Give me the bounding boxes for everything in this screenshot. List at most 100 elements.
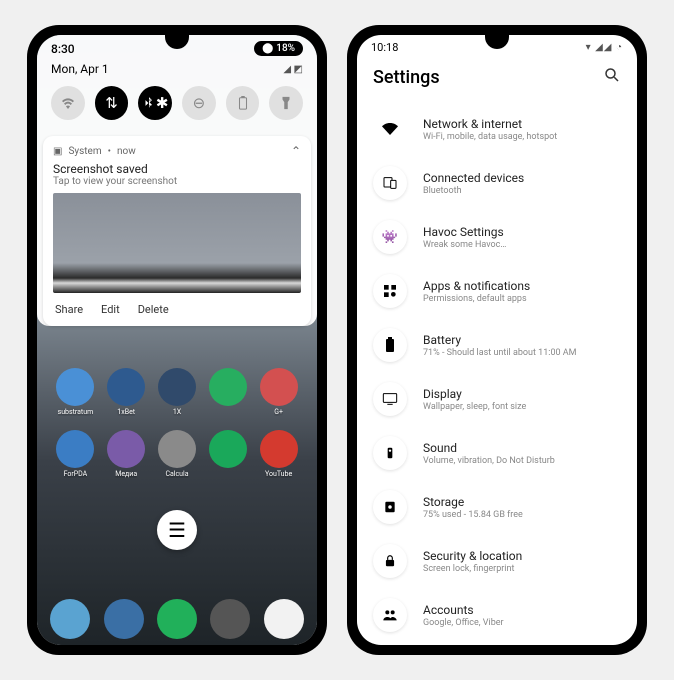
- battery-icon: [373, 328, 407, 362]
- security-icon: [373, 544, 407, 578]
- qs-battery-saver[interactable]: [226, 86, 260, 120]
- app-icon[interactable]: YouTube: [256, 430, 301, 478]
- notification-app: System: [68, 146, 101, 157]
- chevron-up-icon[interactable]: ⌃: [291, 144, 301, 158]
- screenshot-thumbnail[interactable]: [53, 193, 301, 293]
- setting-label: Apps & notifications: [423, 279, 621, 293]
- app-circle: [158, 368, 196, 406]
- app-icon[interactable]: 1X: [155, 368, 200, 416]
- notification-subtitle: Tap to view your screenshot: [43, 176, 311, 193]
- apps-icon: [373, 274, 407, 308]
- action-delete[interactable]: Delete: [138, 303, 169, 316]
- storage-icon: [373, 490, 407, 524]
- setting-label: Havoc Settings: [423, 225, 621, 239]
- setting-item-security[interactable]: Security & locationScreen lock, fingerpr…: [373, 534, 621, 588]
- app-circle: [56, 430, 94, 468]
- app-circle: [158, 430, 196, 468]
- app-icon[interactable]: Calcula: [155, 430, 200, 478]
- app-icon[interactable]: [205, 430, 250, 478]
- qs-mobile-data[interactable]: ⇅: [95, 86, 129, 120]
- dock-app[interactable]: [157, 599, 197, 639]
- app-label: substratum: [58, 408, 94, 416]
- app-grid: substratum 1xBet 1X G+ ForPDA Медиа Calcula You…: [37, 332, 317, 488]
- qs-bluetooth[interactable]: ✱: [138, 86, 172, 120]
- qs-dnd[interactable]: ⊖: [182, 86, 216, 120]
- status-time: 10:18: [371, 41, 398, 54]
- setting-subtitle: Screen lock, fingerprint: [423, 564, 621, 574]
- setting-item-havoc[interactable]: 👾 Havoc SettingsWreak some Havoc…: [373, 210, 621, 264]
- app-circle: [260, 368, 298, 406]
- havoc-icon: 👾: [373, 220, 407, 254]
- date-row: Mon, Apr 1 ◢ ◩: [37, 58, 317, 82]
- search-icon[interactable]: [603, 66, 621, 88]
- setting-label: Connected devices: [423, 171, 621, 185]
- notification-header: ▣ System • now ⌃: [43, 136, 311, 160]
- setting-subtitle: 75% used - 15.84 GB free: [423, 510, 621, 520]
- setting-item-sound[interactable]: SoundVolume, vibration, Do Not Disturb: [373, 426, 621, 480]
- setting-item-devices[interactable]: Connected devicesBluetooth: [373, 156, 621, 210]
- menu-fab[interactable]: ☰: [157, 510, 197, 550]
- devices-icon: [373, 166, 407, 200]
- app-icon[interactable]: substratum: [53, 368, 98, 416]
- phone-left: 8:30 ⬤ 18% Mon, Apr 1 ◢ ◩ ⇅ ✱ ⊖ ▣ System…: [27, 25, 327, 655]
- app-circle: [260, 430, 298, 468]
- action-share[interactable]: Share: [55, 303, 83, 316]
- setting-label: Display: [423, 387, 621, 401]
- battery-pill[interactable]: ⬤ 18%: [254, 41, 303, 56]
- accounts-icon: [373, 598, 407, 632]
- qs-wifi[interactable]: [51, 86, 85, 120]
- setting-label: Network & internet: [423, 117, 621, 131]
- dock: [37, 599, 317, 639]
- notification-when: now: [117, 146, 136, 157]
- quick-settings: ⇅ ✱ ⊖: [37, 82, 317, 130]
- app-label: 1X: [173, 408, 181, 416]
- setting-item-battery[interactable]: Battery71% - Should last until about 11:…: [373, 318, 621, 372]
- notification-shade: 8:30 ⬤ 18% Mon, Apr 1 ◢ ◩ ⇅ ✱ ⊖ ▣ System…: [37, 35, 317, 326]
- setting-item-accounts[interactable]: AccountsGoogle, Office, Viber: [373, 588, 621, 642]
- page-title: Settings: [373, 67, 440, 88]
- setting-label: Battery: [423, 333, 621, 347]
- app-icon[interactable]: 1xBet: [104, 368, 149, 416]
- dock-app[interactable]: [50, 599, 90, 639]
- app-icon[interactable]: G+: [256, 368, 301, 416]
- screen-right: 10:18 ▾ ◢◢ ◔ Settings Network & internet…: [357, 35, 637, 645]
- app-label: ForPDA: [64, 470, 88, 478]
- setting-item-wifi-solid[interactable]: Network & internetWi-Fi, mobile, data us…: [373, 102, 621, 156]
- sound-icon: [373, 436, 407, 470]
- date-label: Mon, Apr 1: [51, 62, 109, 76]
- app-icon[interactable]: Медиа: [104, 430, 149, 478]
- app-circle: [209, 368, 247, 406]
- display-icon: [373, 382, 407, 416]
- app-label: Calcula: [165, 470, 188, 478]
- setting-label: Storage: [423, 495, 621, 509]
- dock-app[interactable]: [264, 599, 304, 639]
- app-label: 1xBet: [117, 408, 135, 416]
- dock-app[interactable]: [210, 599, 250, 639]
- setting-item-apps[interactable]: Apps & notificationsPermissions, default…: [373, 264, 621, 318]
- app-circle: [209, 430, 247, 468]
- wifi-solid-icon: [373, 112, 407, 146]
- status-icons: ▾ ◢◢ ◔: [586, 42, 623, 53]
- app-icon[interactable]: ForPDA: [53, 430, 98, 478]
- setting-label: Security & location: [423, 549, 621, 563]
- app-circle: [56, 368, 94, 406]
- setting-subtitle: Bluetooth: [423, 186, 621, 196]
- action-edit[interactable]: Edit: [101, 303, 120, 316]
- setting-item-display[interactable]: DisplayWallpaper, sleep, font size: [373, 372, 621, 426]
- app-icon[interactable]: [205, 368, 250, 416]
- notification-card[interactable]: ▣ System • now ⌃ Screenshot saved Tap to…: [43, 136, 311, 326]
- app-label: Медиа: [115, 470, 137, 478]
- screen-left: 8:30 ⬤ 18% Mon, Apr 1 ◢ ◩ ⇅ ✱ ⊖ ▣ System…: [37, 35, 317, 645]
- setting-item-storage[interactable]: Storage75% used - 15.84 GB free: [373, 480, 621, 534]
- qs-flashlight[interactable]: [269, 86, 303, 120]
- setting-subtitle: Wi-Fi, mobile, data usage, hotspot: [423, 132, 621, 142]
- setting-subtitle: Wreak some Havoc…: [423, 240, 621, 250]
- app-label: YouTube: [265, 470, 292, 478]
- android-icon: ▣: [53, 146, 62, 157]
- app-circle: [107, 430, 145, 468]
- app-label: G+: [274, 408, 283, 416]
- setting-subtitle: Volume, vibration, Do Not Disturb: [423, 456, 621, 466]
- dock-app[interactable]: [104, 599, 144, 639]
- settings-header: Settings: [357, 56, 637, 102]
- signal-icons: ◢ ◩: [283, 64, 303, 75]
